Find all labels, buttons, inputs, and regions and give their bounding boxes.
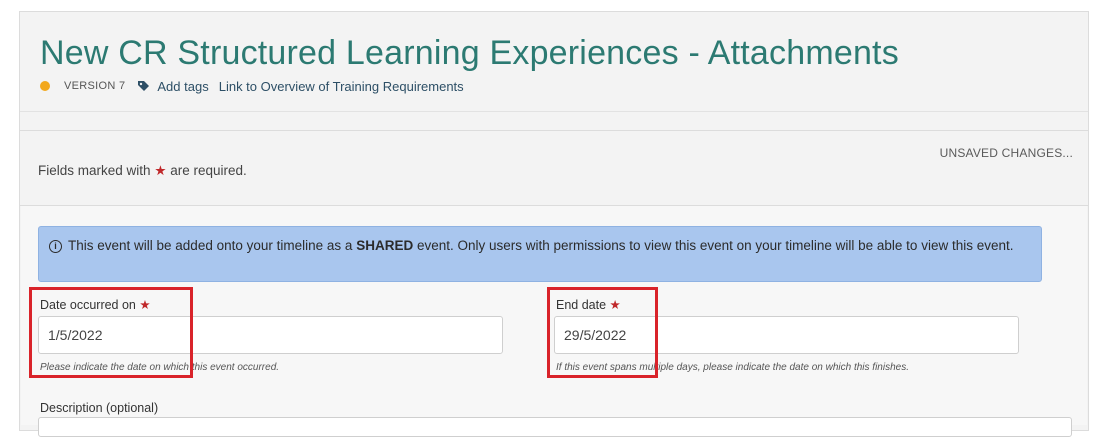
tag-icon <box>138 81 150 91</box>
divider <box>20 111 1088 112</box>
add-tags-link[interactable]: Add tags <box>157 79 208 94</box>
date-occurred-hint: Please indicate the date on which this e… <box>40 362 280 373</box>
shared-event-info-banner: i This event will be added onto your time… <box>38 226 1042 282</box>
end-date-label: End date ★ <box>556 297 621 312</box>
unsaved-changes-status: UNSAVED CHANGES... <box>939 146 1073 160</box>
page-title: New CR Structured Learning Experiences -… <box>40 34 899 72</box>
date-occurred-label-text: Date occurred on <box>40 298 136 312</box>
info-icon: i <box>49 240 62 253</box>
info-text-before: This event will be added onto your timel… <box>68 238 353 253</box>
end-date-hint: If this event spans multiple days, pleas… <box>556 362 909 373</box>
status-dot-icon <box>40 81 50 91</box>
meta-row: VERSION 7 Add tags Link to Overview of T… <box>40 77 464 95</box>
end-date-label-text: End date <box>556 298 607 312</box>
required-note-suffix: are required. <box>170 163 247 178</box>
info-text-after: event. Only users with permissions to vi… <box>416 238 1014 253</box>
training-overview-link[interactable]: Link to Overview of Training Requirement… <box>219 79 464 94</box>
info-text-bold: SHARED <box>356 238 414 253</box>
required-star-icon: ★ <box>609 298 621 312</box>
date-occurred-input[interactable]: 1/5/2022 <box>38 316 503 354</box>
required-fields-note: Fields marked with ★ are required. <box>38 163 247 179</box>
description-label: Description (optional) <box>40 401 159 415</box>
required-star-icon: ★ <box>139 298 151 312</box>
divider <box>20 130 1088 131</box>
required-note-prefix: Fields marked with <box>38 163 151 178</box>
date-occurred-label: Date occurred on ★ <box>40 297 151 312</box>
description-input[interactable] <box>38 417 1072 437</box>
end-date-input[interactable]: 29/5/2022 <box>554 316 1019 354</box>
version-label: VERSION 7 <box>64 80 126 92</box>
required-star-icon: ★ <box>154 163 167 178</box>
